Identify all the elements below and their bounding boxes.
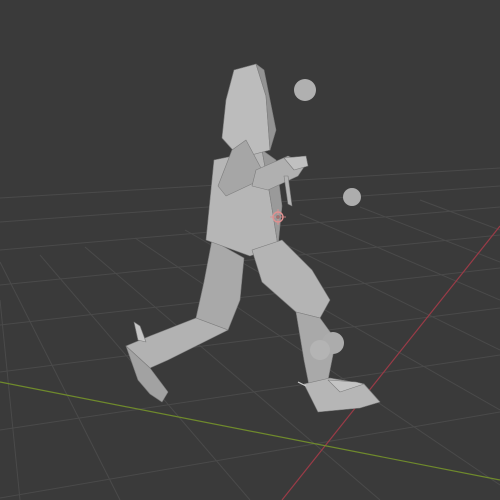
back-foot-tip bbox=[133, 321, 147, 343]
3d-viewport[interactable] bbox=[0, 0, 500, 500]
sphere-2[interactable] bbox=[343, 188, 361, 206]
viewport-canvas[interactable] bbox=[0, 0, 500, 500]
humanoid-mesh[interactable] bbox=[125, 63, 381, 413]
back-thigh bbox=[195, 239, 245, 331]
front-thigh bbox=[251, 239, 331, 319]
sphere-4[interactable] bbox=[310, 340, 330, 360]
y-axis-line bbox=[0, 381, 500, 481]
sphere-1[interactable] bbox=[294, 79, 316, 101]
